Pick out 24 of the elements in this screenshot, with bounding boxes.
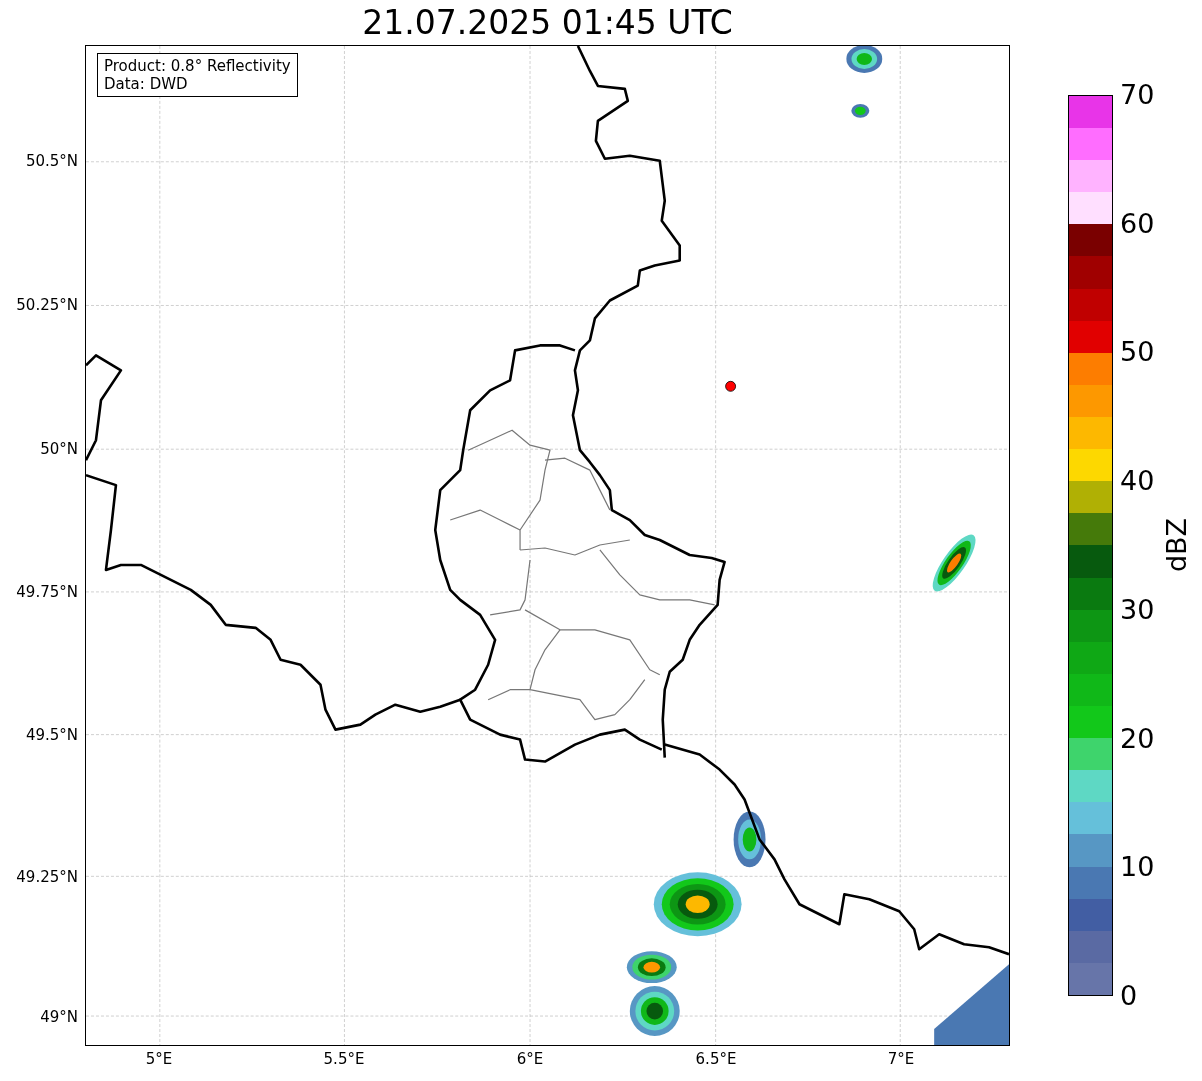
latitude-label: 49°N bbox=[40, 1008, 78, 1026]
latitude-label: 49.5°N bbox=[25, 726, 78, 744]
colorbar-tick-label: 40 bbox=[1120, 466, 1155, 497]
info-text: Data: DWD bbox=[104, 75, 189, 93]
colorbar-tick-label: 50 bbox=[1120, 337, 1155, 368]
colorbar-tick-label: 30 bbox=[1120, 594, 1155, 625]
colorbar-label: dBZ bbox=[1162, 517, 1193, 573]
longitude-label: 7°E bbox=[887, 1050, 915, 1068]
longitude-label: 5.5°E bbox=[323, 1050, 365, 1068]
colorbar-tick-label: 60 bbox=[1120, 208, 1155, 239]
latitude-label: 50°N bbox=[40, 440, 78, 458]
latitude-label: 50.5°N bbox=[25, 152, 78, 170]
latitude-label: 50.25°N bbox=[16, 296, 78, 314]
colorbar-tick-label: 10 bbox=[1120, 852, 1155, 883]
colorbar-tick-label: 20 bbox=[1120, 723, 1155, 754]
info-text: Product: 0.8° Reflectivity bbox=[104, 57, 291, 75]
colorbar-tick-label: 70 bbox=[1120, 80, 1155, 110]
latitude-label: 49.25°N bbox=[16, 868, 78, 886]
latitude-label: 49.75°N bbox=[16, 583, 78, 601]
longitude-label: 6.5°E bbox=[695, 1050, 737, 1068]
longitude-label: 5°E bbox=[145, 1050, 173, 1068]
longitude-label: 6°E bbox=[516, 1050, 544, 1068]
chart-title: 21.07.2025 01:45 UTC bbox=[361, 2, 734, 44]
colorbar-tick-label: 0 bbox=[1120, 981, 1138, 1011]
